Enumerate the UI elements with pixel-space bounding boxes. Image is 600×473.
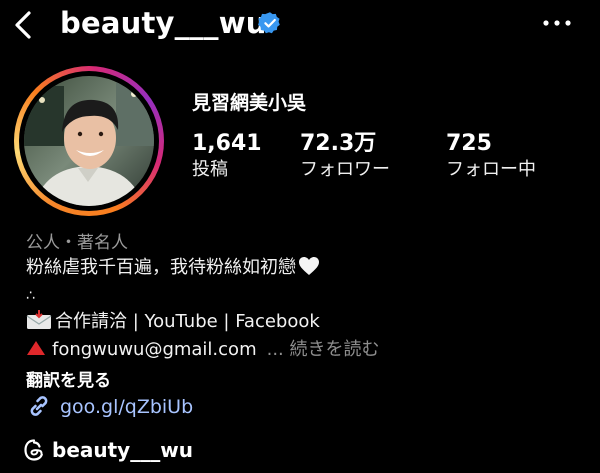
- profile-link[interactable]: goo.gl/qZbiUb: [26, 394, 193, 422]
- bio-email: fongwuwu@gmail.com: [52, 339, 257, 360]
- see-translation-button[interactable]: 翻訳を見る: [26, 366, 111, 391]
- stat-following-label: フォロー中: [446, 159, 536, 180]
- stat-following-count: 725: [446, 131, 492, 156]
- stat-posts-label: 投稿: [192, 159, 228, 180]
- stat-followers[interactable]: 72.3万 フォロワー: [300, 131, 390, 182]
- avatar[interactable]: [24, 76, 154, 206]
- profile-link-text[interactable]: goo.gl/qZbiUb: [60, 396, 193, 418]
- bio-text: 粉絲虐我千百遍，我待粉絲如初戀: [26, 257, 296, 278]
- more-horizontal-icon[interactable]: [540, 17, 574, 29]
- see-more-link[interactable]: ... 続きを読む: [267, 339, 380, 360]
- bio-text: 合作請洽 | YouTube | Facebook: [55, 311, 320, 332]
- bio-line: 粉絲虐我千百遍，我待粉絲如初戀: [26, 256, 320, 280]
- profile-header: beauty___wu: [0, 0, 600, 52]
- threads-icon: [24, 439, 43, 461]
- threads-profile-link[interactable]: beauty___wu: [22, 438, 193, 462]
- bio-line: 合作請洽 | YouTube | Facebook: [26, 310, 320, 334]
- white-heart-icon: [299, 257, 319, 275]
- stat-posts[interactable]: 1,641 投稿: [192, 131, 262, 182]
- profile-full-name: 見習網美小吳: [192, 92, 307, 114]
- stat-followers-label: フォロワー: [300, 159, 390, 180]
- verified-badge-icon: [258, 12, 280, 34]
- profile-username: beauty___wu: [60, 6, 267, 40]
- chevron-left-icon[interactable]: [12, 10, 34, 40]
- stat-following[interactable]: 725 フォロー中: [446, 131, 536, 182]
- link-icon: [30, 396, 48, 416]
- red-triangle-icon: [27, 341, 45, 355]
- profile-category: 公人・著名人: [26, 233, 128, 253]
- threads-handle[interactable]: beauty___wu: [52, 438, 193, 462]
- story-ring[interactable]: [14, 66, 164, 216]
- stat-posts-count: 1,641: [192, 131, 262, 156]
- envelope-arrow-icon: [26, 310, 52, 329]
- bio-line: fongwuwu@gmail.com ... 続きを読む: [26, 338, 380, 362]
- bio-text: ∴: [26, 288, 35, 304]
- stat-followers-count: 72.3万: [300, 131, 377, 156]
